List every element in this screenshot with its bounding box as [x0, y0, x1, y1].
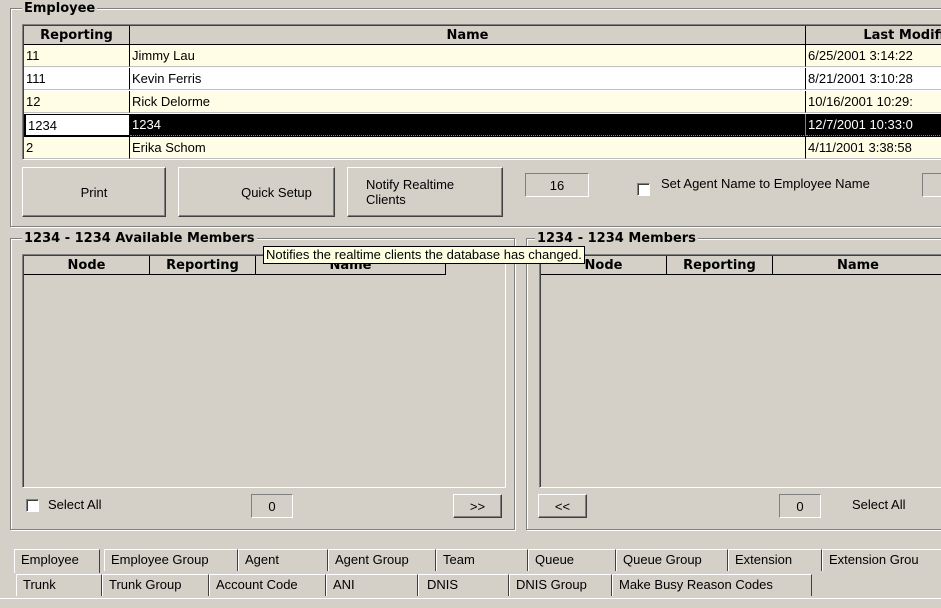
quick-setup-button[interactable]: Quick Setup	[178, 167, 335, 217]
table-row[interactable]: 12 Rick Delorme 10/16/2001 10:29:	[24, 91, 941, 114]
column-header-reporting[interactable]: Reporting	[150, 256, 256, 275]
column-header-reporting[interactable]: Reporting	[24, 26, 130, 45]
cell-reporting: 11	[24, 45, 130, 67]
column-header-node[interactable]: Node	[24, 256, 150, 275]
cell-last-modified: 6/25/2001 3:14:22	[806, 45, 941, 67]
remove-members-button[interactable]: <<	[538, 494, 587, 518]
notify-realtime-clients-button[interactable]: Notify Realtime Clients	[347, 167, 503, 217]
table-row-selected[interactable]: 1234 1234 12/7/2001 10:33:0	[24, 114, 941, 137]
tab-employee-group[interactable]: Employee Group	[104, 549, 238, 571]
members-grid-body: Node Reporting Name	[540, 255, 941, 487]
employee-grid[interactable]: Reporting Name Last Modifie 11 Jimmy Lau…	[22, 24, 941, 160]
members-title: 1234 - 1234 Members	[535, 231, 698, 246]
set-agent-name-checkbox[interactable]	[637, 183, 650, 196]
cell-name: Erika Schom	[130, 137, 806, 159]
select-all-checkbox-left[interactable]	[26, 499, 39, 512]
available-members-grid[interactable]: Node Reporting Name	[22, 254, 506, 488]
tab-ani[interactable]: ANI	[326, 574, 418, 596]
cell-name: Kevin Ferris	[130, 68, 806, 90]
tab-employee[interactable]: Employee	[14, 549, 100, 573]
tab-make-busy-reason-codes[interactable]: Make Busy Reason Codes	[612, 574, 812, 596]
tab-team[interactable]: Team	[436, 549, 528, 571]
select-all-label-right[interactable]: Select All	[852, 497, 905, 512]
select-all-label-left[interactable]: Select All	[48, 497, 101, 512]
tab-queue-group[interactable]: Queue Group	[616, 549, 728, 571]
partial-box-right	[922, 173, 941, 197]
tab-trunk[interactable]: Trunk	[16, 574, 102, 596]
print-button[interactable]: Print	[22, 167, 166, 217]
available-members-grid-body: Node Reporting Name	[23, 255, 505, 487]
cell-name: Rick Delorme	[130, 91, 806, 113]
column-header-last-modified[interactable]: Last Modifie	[806, 26, 941, 45]
available-count-box: 0	[251, 494, 293, 518]
table-row[interactable]: 2 Erika Schom 4/11/2001 3:38:58	[24, 137, 941, 159]
tab-agent[interactable]: Agent	[238, 549, 328, 571]
cell-reporting-editor[interactable]: 1234	[24, 114, 130, 136]
available-members-title: 1234 - 1234 Available Members	[22, 231, 257, 246]
cell-name: Jimmy Lau	[130, 45, 806, 67]
members-grid[interactable]: Node Reporting Name	[539, 254, 941, 488]
table-row[interactable]: 111 Kevin Ferris 8/21/2001 3:10:28	[24, 68, 941, 91]
tab-agent-group[interactable]: Agent Group	[328, 549, 436, 571]
column-header-name[interactable]: Name	[130, 26, 806, 45]
notify-tooltip: Notifies the realtime clients the databa…	[263, 246, 585, 264]
cell-reporting: 111	[24, 68, 130, 90]
add-members-button[interactable]: >>	[453, 494, 502, 518]
cell-last-modified: 12/7/2001 10:33:0	[806, 114, 941, 136]
tab-strip-line	[0, 598, 941, 599]
tab-dnis-group[interactable]: DNIS Group	[509, 574, 612, 596]
tab-account-code[interactable]: Account Code	[209, 574, 326, 596]
tab-queue[interactable]: Queue	[528, 549, 616, 571]
employee-grid-body: Reporting Name Last Modifie 11 Jimmy Lau…	[23, 25, 941, 159]
cell-reporting: 12	[24, 91, 130, 113]
cell-last-modified: 4/11/2001 3:38:58	[806, 137, 941, 159]
tab-extension[interactable]: Extension	[728, 549, 822, 571]
cell-last-modified: 10/16/2001 10:29:	[806, 91, 941, 113]
employee-count-box: 16	[525, 173, 589, 197]
tab-dnis[interactable]: DNIS	[418, 574, 509, 596]
tab-extension-group[interactable]: Extension Grou	[822, 549, 941, 571]
notify-realtime-clients-label: Notify Realtime Clients	[366, 177, 455, 207]
employee-group-title: Employee	[22, 1, 98, 16]
column-header-name[interactable]: Name	[773, 256, 941, 275]
table-row[interactable]: 11 Jimmy Lau 6/25/2001 3:14:22	[24, 45, 941, 68]
cell-name: 1234	[130, 114, 806, 136]
set-agent-name-label[interactable]: Set Agent Name to Employee Name	[661, 176, 901, 191]
tab-trunk-group[interactable]: Trunk Group	[102, 574, 209, 596]
cell-last-modified: 8/21/2001 3:10:28	[806, 68, 941, 90]
cell-reporting: 2	[24, 137, 130, 159]
members-count-box: 0	[779, 494, 821, 518]
column-header-reporting[interactable]: Reporting	[667, 256, 773, 275]
